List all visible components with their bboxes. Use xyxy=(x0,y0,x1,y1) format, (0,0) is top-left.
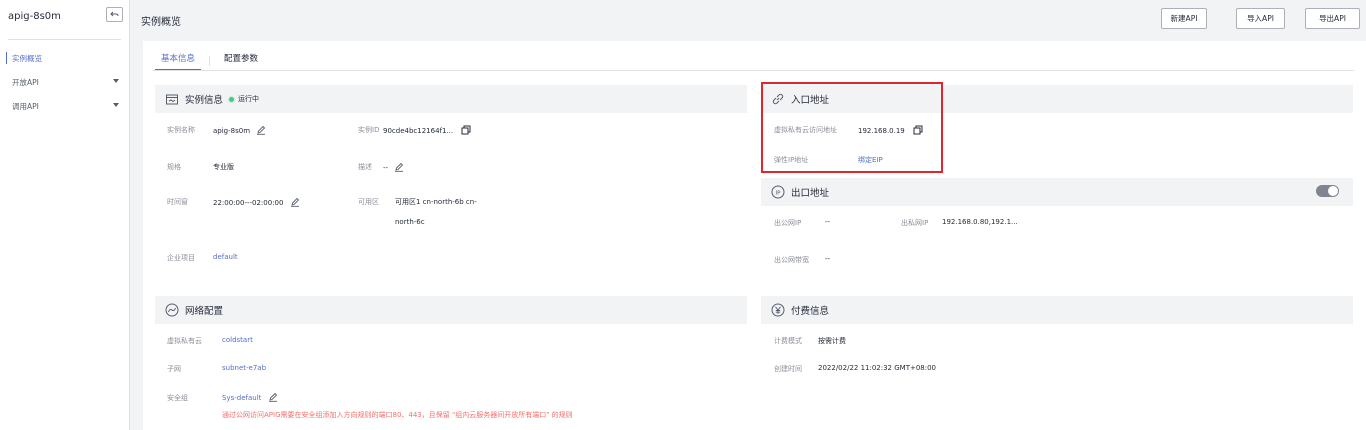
sidebar-item-call-api[interactable]: 调用API xyxy=(0,97,129,115)
copy-icon[interactable] xyxy=(461,125,471,137)
billing-info-title: 付费信息 xyxy=(791,306,830,317)
exit-address-toggle[interactable] xyxy=(1316,185,1339,197)
sidebar-divider xyxy=(8,39,121,40)
public-egress-ip-label: 出公网IP xyxy=(774,219,802,227)
network-config-title: 网络配置 xyxy=(185,306,224,317)
status-text: 运行中 xyxy=(238,95,260,103)
instance-name-title: apig-8s0m xyxy=(8,11,61,22)
svg-text:IP: IP xyxy=(776,190,782,196)
highlight-box xyxy=(761,82,943,173)
time-window-value: 22:00:00---02:00:00 xyxy=(213,197,300,209)
tabs-underline xyxy=(153,70,1354,71)
description-text: -- xyxy=(383,164,389,172)
availability-zone-value-line1: 可用区1 cn-north-6b cn- xyxy=(395,198,477,206)
instance-id-text: 90cde4bc12164f1... xyxy=(383,127,454,135)
billing-mode-label: 计费模式 xyxy=(774,337,802,345)
subnet-label: 子网 xyxy=(167,365,181,373)
top-bar: 实例概览 新建API 导入API 导出API xyxy=(131,0,1366,41)
security-group-link[interactable]: Sys-default xyxy=(222,394,261,402)
chevron-down-icon xyxy=(113,103,119,107)
network-vpc-label: 虚拟私有云 xyxy=(167,337,202,345)
enterprise-project-link[interactable]: default xyxy=(213,253,238,261)
tab-separator xyxy=(209,56,211,66)
edit-icon[interactable] xyxy=(394,162,404,174)
status-dot-icon xyxy=(228,95,236,103)
time-window-text: 22:00:00---02:00:00 xyxy=(213,199,284,207)
instance-name-text: apig-8s0m xyxy=(213,127,251,135)
new-api-button[interactable]: 新建API xyxy=(1161,8,1207,29)
exit-address-title: 出口地址 xyxy=(791,188,830,199)
spec-value: 专业版 xyxy=(213,163,234,171)
network-icon xyxy=(165,303,179,317)
availability-zone-label: 可用区 xyxy=(358,198,379,206)
network-config-header: 网络配置 xyxy=(155,296,747,324)
public-egress-ip-value: -- xyxy=(825,218,831,226)
security-group-warning: 通过公网访问APIG需要在安全组添加入方向规则的端口80、443，且保留 "组内… xyxy=(222,411,573,419)
edit-icon[interactable] xyxy=(268,392,278,404)
created-time-value: 2022/02/22 11:02:32 GMT+08:00 xyxy=(818,364,937,372)
sidebar-item-label: 开放API xyxy=(12,77,39,87)
page-title: 实例概览 xyxy=(141,17,181,28)
private-egress-ip-label: 出私网IP xyxy=(901,219,929,227)
time-window-label: 时间窗 xyxy=(167,198,188,206)
instance-info-header: 实例信息 运行中 xyxy=(155,85,747,113)
network-vpc-link[interactable]: coldstart xyxy=(222,336,253,344)
sidebar-item-open-api[interactable]: 开放API xyxy=(0,73,129,91)
ip-icon: IP xyxy=(771,185,785,199)
instance-name-label: 实例名称 xyxy=(167,126,195,134)
edit-icon[interactable] xyxy=(256,125,266,137)
tab-config-params[interactable]: 配置参数 xyxy=(216,51,266,71)
instance-icon xyxy=(165,92,179,106)
exit-address-header: IP 出口地址 xyxy=(761,178,1353,206)
subnet-link[interactable]: subnet-e7ab xyxy=(222,364,266,372)
public-bandwidth-value: -- xyxy=(825,255,831,263)
description-value: -- xyxy=(383,162,404,174)
sidebar-item-label: 实例概览 xyxy=(12,53,42,63)
billing-mode-value: 按需计费 xyxy=(818,337,846,345)
private-egress-ip-value: 192.168.0.80,192.1... xyxy=(942,218,1018,226)
instance-name-value: apig-8s0m xyxy=(213,125,266,137)
enterprise-project-label: 企业项目 xyxy=(167,254,195,262)
sidebar-item-label: 调用API xyxy=(12,101,39,111)
back-arrow-icon xyxy=(110,11,119,17)
sidebar-item-overview[interactable]: 实例概览 xyxy=(0,49,129,67)
chevron-down-icon xyxy=(113,79,119,83)
billing-info-header: 付费信息 xyxy=(761,296,1353,324)
instance-info-title: 实例信息 xyxy=(185,95,224,106)
status-badge: 运行中 xyxy=(228,94,259,104)
instance-id-value: 90cde4bc12164f1... xyxy=(383,125,471,137)
created-time-label: 创建时间 xyxy=(774,365,802,373)
security-group-value: Sys-default xyxy=(222,392,278,404)
back-button[interactable] xyxy=(106,7,123,22)
tab-basic-info[interactable]: 基本信息 xyxy=(153,51,203,71)
availability-zone-value-line2: north-6c xyxy=(395,218,425,226)
edit-icon[interactable] xyxy=(290,197,300,209)
export-api-button[interactable]: 导出API xyxy=(1305,8,1360,29)
sidebar: apig-8s0m 实例概览 开放API 调用API xyxy=(0,0,130,430)
yen-icon xyxy=(771,303,785,317)
import-api-button[interactable]: 导入API xyxy=(1236,8,1285,29)
security-group-label: 安全组 xyxy=(167,394,188,402)
tab-bar: 基本信息 配置参数 xyxy=(153,51,266,71)
instance-id-label: 实例ID xyxy=(358,126,380,134)
description-label: 描述 xyxy=(358,163,372,171)
public-bandwidth-label: 出公网带宽 xyxy=(774,256,809,264)
spec-label: 规格 xyxy=(167,163,181,171)
